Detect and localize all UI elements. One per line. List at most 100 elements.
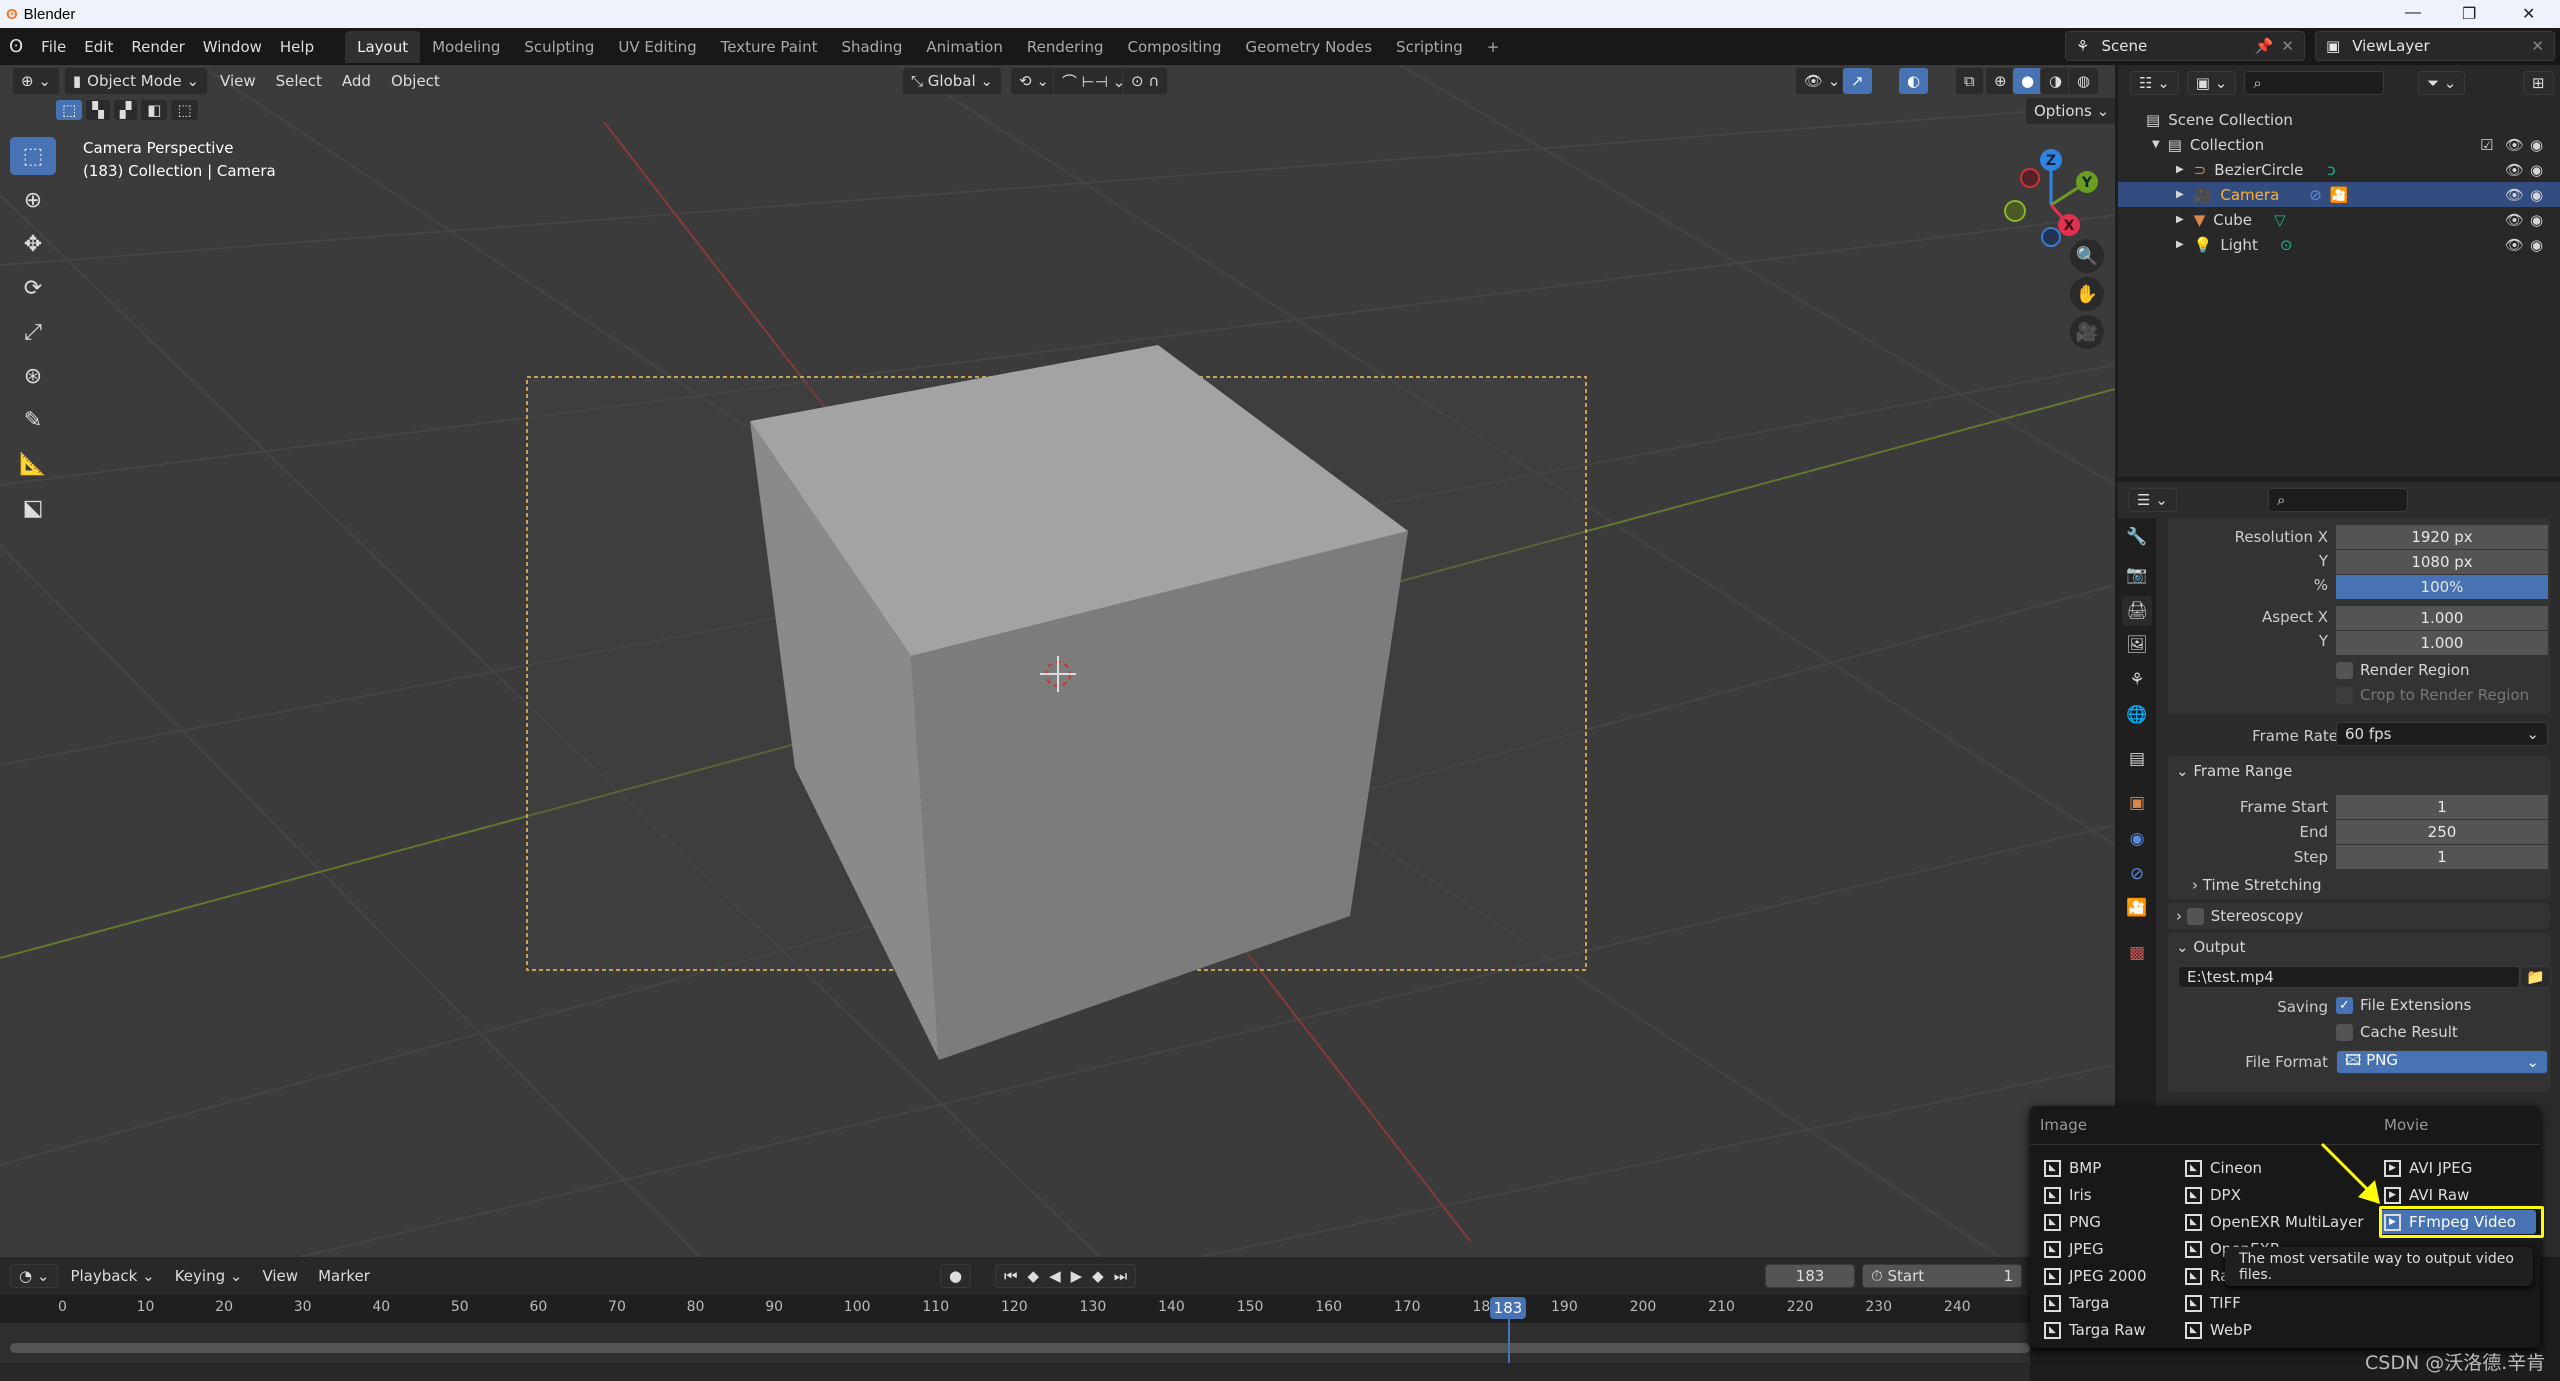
scene-selector[interactable]: ⚘ Scene 📌 ✕ <box>2065 31 2305 61</box>
new-collection-icon[interactable]: ⊞ <box>2523 71 2554 95</box>
jump-end-icon[interactable]: ⏭ <box>1114 1267 1128 1285</box>
outliner-item-selected[interactable]: ▶ 🎥 Camera ⊘ 🎦 👁 ◉ <box>2118 182 2560 207</box>
proportional-edit-toggle[interactable]: ⊙ ∩ <box>1122 67 1169 95</box>
tab-scripting[interactable]: Scripting <box>1384 31 1475 63</box>
file-format-option[interactable]: ◣ Cineon <box>2185 1156 2262 1180</box>
play-icon[interactable]: ▶ <box>1071 1267 1083 1285</box>
add-workspace-button[interactable]: + <box>1475 31 1512 63</box>
menu-add[interactable]: Add <box>334 72 379 90</box>
scene-tab-icon[interactable]: ⚘ <box>2122 665 2152 695</box>
play-reverse-icon[interactable]: ◀ <box>1049 1267 1061 1285</box>
resolution-y-field[interactable]: 1080 px <box>2336 550 2548 574</box>
frame-end-field[interactable]: 250 <box>2336 820 2548 844</box>
options-dropdown[interactable]: Options ⌄ <box>2025 97 2115 125</box>
menu-playback[interactable]: Playback ⌄ <box>62 1267 162 1285</box>
expand-arrow-icon[interactable]: ▶ <box>2176 164 2184 175</box>
frame-range-header[interactable]: ⌄ Frame Range <box>2176 762 2292 780</box>
pin-icon[interactable]: 📌 <box>2255 37 2274 55</box>
frame-start-field[interactable]: 1 <box>2336 795 2548 819</box>
frame-ruler[interactable]: 0 10 20 30 40 50 60 70 80 90 100 110 120 130 140 150 160… <box>0 1295 2030 1323</box>
render-camera-icon[interactable]: ◉ <box>2530 236 2543 254</box>
file-format-option[interactable]: ▶ AVI JPEG <box>2384 1156 2472 1180</box>
menu-edit[interactable]: Edit <box>75 38 122 56</box>
tab-sculpting[interactable]: Sculpting <box>512 31 606 63</box>
shading-solid[interactable]: ● <box>2012 67 2044 95</box>
file-extensions-checkbox[interactable]: ✓ File Extensions <box>2336 996 2471 1014</box>
outliner-search-input[interactable]: ⌕ <box>2244 71 2385 95</box>
select-intersect-icon[interactable]: ⬚ <box>170 99 199 121</box>
exclude-checkbox[interactable]: ☑ <box>2480 136 2493 154</box>
texture-tab-icon[interactable]: ▩ <box>2122 938 2152 968</box>
record-keyframe-icon[interactable]: ● <box>940 1264 972 1288</box>
move-tool-icon[interactable]: ✥ <box>10 225 56 263</box>
menu-window[interactable]: Window <box>194 38 271 56</box>
physics-tab-icon[interactable]: ◉ <box>2122 824 2152 854</box>
resolution-x-field[interactable]: 1920 px <box>2336 525 2548 549</box>
frame-step-field[interactable]: 1 <box>2336 845 2548 869</box>
cursor-tool-icon[interactable]: ⊕ <box>10 181 56 219</box>
jump-start-icon[interactable]: ⏮ <box>1004 1267 1018 1285</box>
cache-result-checkbox[interactable]: Cache Result <box>2336 1023 2458 1041</box>
measure-tool-icon[interactable]: 📐 <box>10 445 56 483</box>
output-header[interactable]: ⌄ Output <box>2176 938 2245 956</box>
filter-icon[interactable]: ⏷ ⌄ <box>2418 71 2466 95</box>
overlay-toggle[interactable]: ◐ <box>1898 67 1930 95</box>
close-icon[interactable]: ✕ <box>2281 37 2294 55</box>
menu-render[interactable]: Render <box>122 38 193 56</box>
file-format-option[interactable]: ▶ AVI Raw <box>2384 1183 2469 1207</box>
tab-uv-editing[interactable]: UV Editing <box>606 31 708 63</box>
timeline-scrollbar[interactable] <box>10 1343 2030 1353</box>
properties-search-input[interactable]: ⌕ <box>2268 488 2408 512</box>
constraints-tab-icon[interactable]: ⊘ <box>2122 859 2152 889</box>
camera-view-icon[interactable]: 🎥 <box>2070 315 2104 349</box>
pivot-selector[interactable]: ⟲ ⌄ <box>1010 67 1058 95</box>
outliner-item[interactable]: ▶ 💡 Light ⊙ 👁 ◉ <box>2118 232 2560 257</box>
expand-arrow-icon[interactable]: ▶ <box>2176 214 2184 225</box>
prev-keyframe-icon[interactable]: ◆ <box>1028 1267 1040 1285</box>
file-format-option[interactable]: ◣ Targa Raw <box>2044 1318 2146 1342</box>
tab-texture-paint[interactable]: Texture Paint <box>709 31 830 63</box>
render-camera-icon[interactable]: ◉ <box>2530 211 2543 229</box>
render-camera-icon[interactable]: ◉ <box>2530 161 2543 179</box>
time-stretching-header[interactable]: › Time Stretching <box>2192 876 2322 894</box>
menu-view[interactable]: View <box>254 1267 306 1285</box>
menu-object[interactable]: Object <box>383 72 448 90</box>
file-format-dropdown[interactable]: 🖾 PNG ⌄ <box>2336 1050 2548 1074</box>
next-keyframe-icon[interactable]: ◆ <box>1092 1267 1104 1285</box>
stereoscopy-panel[interactable]: › Stereoscopy <box>2168 903 2550 929</box>
resolution-percent-field[interactable]: 100% <box>2336 575 2548 599</box>
file-format-option[interactable]: ◣ Targa <box>2044 1291 2110 1315</box>
eye-icon[interactable]: 👁 <box>2505 211 2524 229</box>
scene-collection-row[interactable]: ▤ Scene Collection <box>2118 107 2560 132</box>
select-invert-icon[interactable]: ◧ <box>140 99 169 121</box>
eye-icon[interactable]: 👁 <box>2505 161 2524 179</box>
zoom-icon[interactable]: 🔍 <box>2070 239 2104 273</box>
file-format-option[interactable]: ◣ Iris <box>2044 1183 2092 1207</box>
tab-compositing[interactable]: Compositing <box>1115 31 1233 63</box>
output-path-input[interactable]: E:\test.mp4 <box>2178 966 2520 988</box>
view-layer-filter-icon[interactable]: ▣ ⌄ <box>2186 71 2237 95</box>
expand-arrow-icon[interactable]: ▶ <box>2176 189 2184 200</box>
file-format-option[interactable]: ◣ BMP <box>2044 1156 2101 1180</box>
rotate-tool-icon[interactable]: ⟳ <box>10 269 56 307</box>
file-format-option[interactable]: ◣ DPX <box>2185 1183 2241 1207</box>
collection-tab-icon[interactable]: ▤ <box>2122 744 2152 774</box>
current-frame-field[interactable]: 183 <box>1765 1264 1855 1288</box>
close-button[interactable]: ✕ <box>2522 4 2535 24</box>
file-format-option[interactable]: ◣ JPEG 2000 <box>2044 1264 2147 1288</box>
gizmo-toggle[interactable]: ↗ <box>1842 67 1873 95</box>
pan-hand-icon[interactable]: ✋ <box>2070 277 2104 311</box>
tab-geometry-nodes[interactable]: Geometry Nodes <box>1234 31 1385 63</box>
shading-material[interactable]: ◑ <box>2040 67 2072 95</box>
tab-rendering[interactable]: Rendering <box>1015 31 1116 63</box>
eye-icon[interactable]: 👁 <box>2505 136 2524 154</box>
select-box-tool-icon[interactable]: ⬚ <box>10 137 56 175</box>
view-layer-tab-icon[interactable]: 🖼 <box>2122 630 2152 660</box>
maximize-button[interactable]: ❐ <box>2462 4 2476 24</box>
editor-type-button[interactable]: ⊕ ⌄ <box>12 67 60 95</box>
collection-row[interactable]: ▼ ▤ Collection ☑ 👁 ◉ <box>2118 132 2560 157</box>
menu-keying[interactable]: Keying ⌄ <box>167 1267 251 1285</box>
aspect-y-field[interactable]: 1.000 <box>2336 631 2548 655</box>
tab-shading[interactable]: Shading <box>829 31 914 63</box>
menu-view[interactable]: View <box>212 72 264 90</box>
